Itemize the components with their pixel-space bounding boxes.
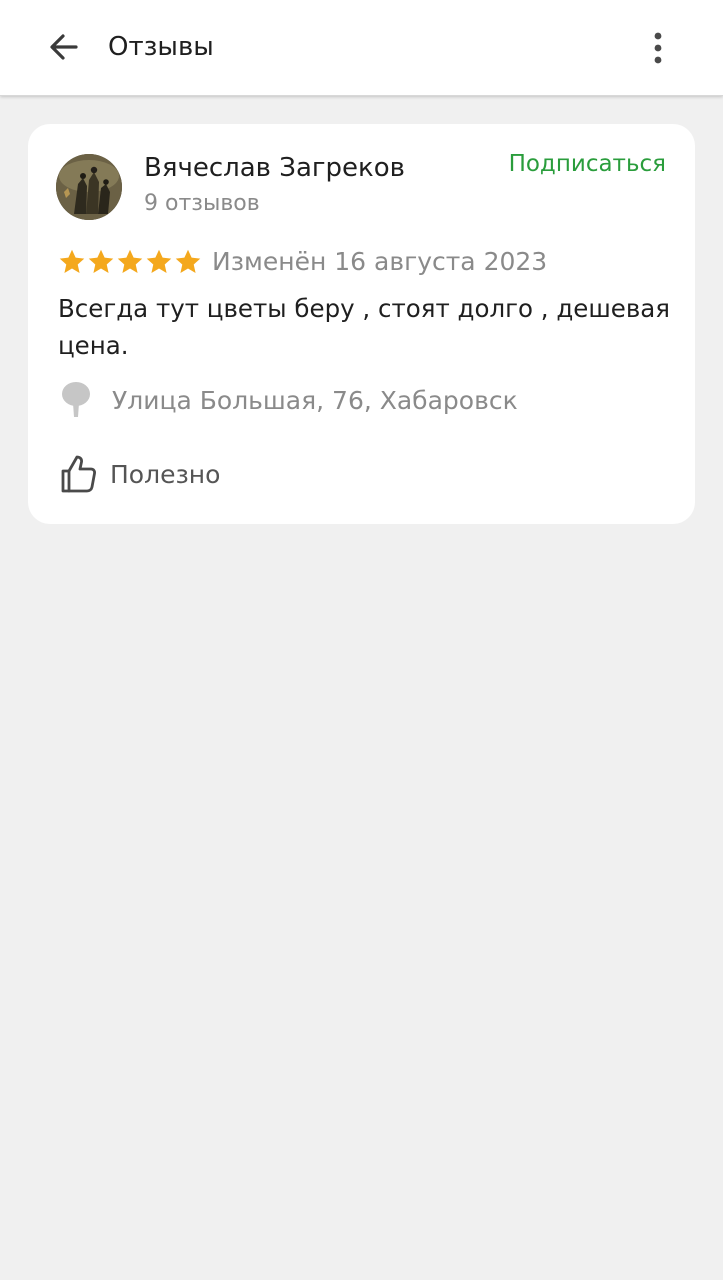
page-title: Отзывы bbox=[108, 32, 214, 62]
rating-stars bbox=[58, 248, 202, 276]
back-button[interactable] bbox=[36, 22, 92, 72]
user-avatar bbox=[56, 154, 122, 220]
useful-button[interactable]: Полезно bbox=[58, 452, 220, 496]
organization-link[interactable]: Улица Большая, 76, Хабаровск bbox=[58, 380, 518, 420]
organization-address: Улица Большая, 76, Хабаровск bbox=[112, 385, 518, 415]
review-text: Всегда тут цветы беру , стоят долго , де… bbox=[58, 294, 671, 360]
arrow-left-icon bbox=[50, 34, 78, 60]
author-name[interactable]: Вячеслав Загреков bbox=[144, 150, 405, 186]
useful-label: Полезно bbox=[110, 459, 221, 489]
star-icon bbox=[88, 249, 114, 273]
app-bar: Отзывы bbox=[0, 0, 723, 96]
star-icon bbox=[59, 249, 85, 273]
star-icon bbox=[117, 249, 143, 273]
avatar[interactable] bbox=[56, 154, 122, 220]
map-pin-icon bbox=[58, 380, 94, 420]
star-icon bbox=[146, 249, 172, 273]
thumbs-up-icon bbox=[58, 452, 98, 496]
review-date: Изменён 16 августа 2023 bbox=[212, 247, 548, 276]
star-icon bbox=[175, 249, 201, 273]
author-reviews-count: 9 отзывов bbox=[144, 191, 260, 216]
more-menu-button[interactable] bbox=[636, 24, 680, 72]
subscribe-button[interactable]: Подписаться bbox=[509, 148, 666, 180]
review-card: Вячеслав Загреков 9 отзывов Подписаться … bbox=[28, 124, 695, 524]
more-vertical-icon bbox=[654, 32, 662, 64]
